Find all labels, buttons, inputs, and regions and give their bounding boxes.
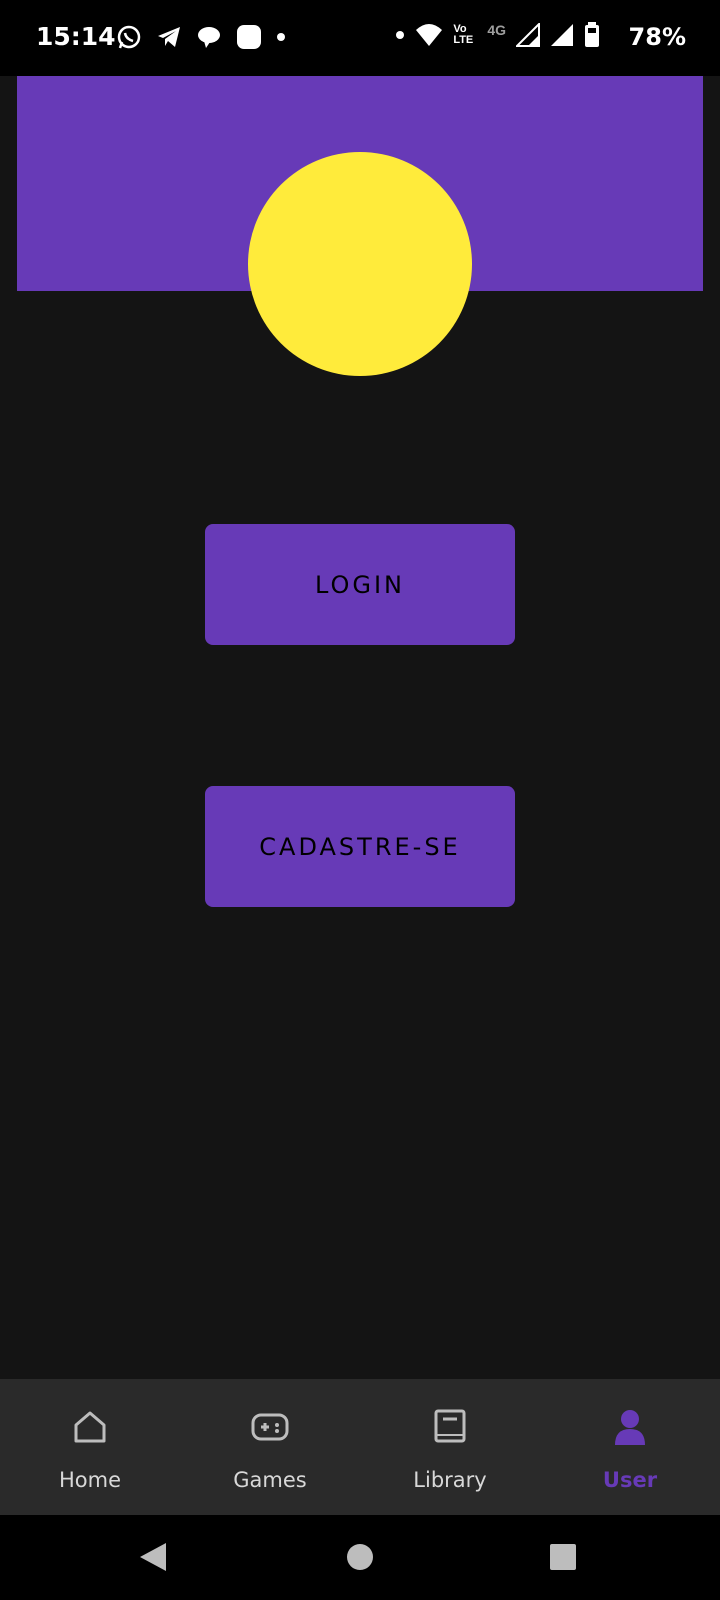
home-circle-icon[interactable] xyxy=(346,1543,374,1571)
volte-bottom: LTE xyxy=(453,34,474,46)
whatsapp-icon xyxy=(117,25,141,49)
user-icon xyxy=(615,1410,645,1445)
home-icon xyxy=(74,1411,106,1443)
system-status-icons: Vo LTE 4G xyxy=(395,22,600,48)
chat-icon xyxy=(198,27,220,48)
nav-item-home[interactable]: Home xyxy=(0,1379,180,1515)
nav-item-library[interactable]: Library xyxy=(360,1379,540,1515)
nav-label-user: User xyxy=(602,1468,658,1492)
back-icon[interactable] xyxy=(138,1541,168,1573)
notification-icons xyxy=(116,24,286,50)
signal-icon xyxy=(516,23,540,47)
nav-item-games[interactable]: Games xyxy=(180,1379,360,1515)
app-icon xyxy=(237,25,261,49)
book-icon xyxy=(434,1409,466,1443)
battery-percentage: 78% xyxy=(628,23,686,51)
gamepad-icon xyxy=(251,1413,289,1441)
signal-icon xyxy=(551,24,573,46)
recents-icon[interactable] xyxy=(550,1544,576,1570)
nav-label-games: Games xyxy=(233,1468,307,1492)
wifi-icon xyxy=(416,24,443,46)
login-button[interactable]: LOGIN xyxy=(205,524,515,645)
nav-label-library: Library xyxy=(413,1468,487,1492)
dot-icon xyxy=(277,33,285,41)
bottom-navigation: Home Games Library User xyxy=(0,1379,720,1515)
system-navigation-bar xyxy=(0,1515,720,1600)
signup-button[interactable]: CADASTRE-SE xyxy=(205,786,515,907)
telegram-icon xyxy=(158,27,180,47)
nav-item-user[interactable]: User xyxy=(540,1379,720,1515)
nav-label-home: Home xyxy=(58,1468,121,1492)
avatar[interactable] xyxy=(248,152,472,376)
volte-icon: Vo LTE xyxy=(453,24,477,46)
battery-icon xyxy=(585,22,599,47)
status-bar: 15:14 Vo LTE 4G 78% xyxy=(0,0,720,76)
status-time: 15:14 xyxy=(36,22,116,51)
dot-icon xyxy=(396,31,405,39)
network-type: 4G xyxy=(487,22,506,38)
